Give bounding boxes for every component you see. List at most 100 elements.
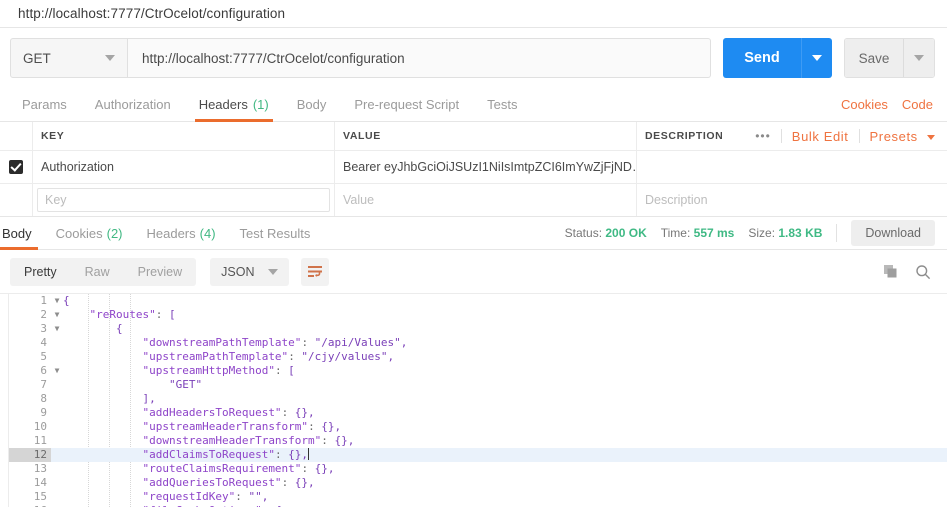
view-mode-pretty[interactable]: Pretty [10,258,71,286]
size-label: Size: [748,226,775,240]
save-button-group: Save [844,38,935,78]
search-button[interactable] [915,264,931,280]
table-row[interactable]: Authorization Bearer eyJhbGciOiJSUzI1NiI… [0,151,947,184]
tab-label: Body [2,226,32,241]
http-method-select[interactable]: GET [10,38,128,78]
response-body-toolbar: Pretty Raw Preview JSON [0,250,947,294]
size-group: Size: 1.83 KB [748,226,822,240]
column-header-value: VALUE [335,122,637,150]
code-text: "fileCacheOptions": { [63,504,947,507]
more-options-icon[interactable]: ••• [755,129,771,143]
code-line[interactable]: 4 "downstreamPathTemplate": "/api/Values… [9,336,947,350]
tab-body[interactable]: Body [283,88,341,121]
cookies-link[interactable]: Cookies [841,97,888,112]
code-line[interactable]: 8 ], [9,392,947,406]
tab-label: Body [297,97,327,112]
code-line[interactable]: 7 "GET" [9,378,947,392]
presets-link[interactable]: Presets [870,129,936,144]
tab-params[interactable]: Params [8,88,81,121]
response-tab-body[interactable]: Body [0,217,44,249]
response-tab-headers[interactable]: Headers (4) [135,217,228,249]
send-button-group: Send [723,38,832,78]
column-header-description: DESCRIPTION ••• Bulk Edit Presets [637,122,947,150]
chevron-down-icon [927,135,935,140]
chevron-down-icon [914,55,924,61]
code-line[interactable]: 13 "routeClaimsRequirement": {}, [9,462,947,476]
word-wrap-button[interactable] [301,258,329,286]
line-number: 12 [9,448,51,462]
tab-tests[interactable]: Tests [473,88,531,121]
view-mode-preview[interactable]: Preview [124,258,196,286]
divider [781,129,782,143]
response-tab-cookies[interactable]: Cookies (2) [44,217,135,249]
header-key-cell[interactable]: Authorization [33,151,335,183]
code-text: "upstreamPathTemplate": "/cjy/values", [63,350,947,364]
tab-label: Cookies [56,226,103,241]
fold-toggle-icon[interactable]: ▼ [51,504,63,507]
code-line[interactable]: 11 "downstreamHeaderTransform": {}, [9,434,947,448]
line-number: 9 [9,406,51,420]
new-header-description-input[interactable]: Description [637,193,708,207]
code-line[interactable]: 14 "addQueriesToRequest": {}, [9,476,947,490]
tab-count: (1) [253,97,269,112]
code-line[interactable]: 12 "addClaimsToRequest": {}, [9,448,947,462]
code-line[interactable]: 10 "upstreamHeaderTransform": {}, [9,420,947,434]
code-text: "requestIdKey": "", [63,490,947,504]
new-header-key-cell[interactable]: Key [33,184,335,216]
code-line[interactable]: 6▼ "upstreamHttpMethod": [ [9,364,947,378]
send-button[interactable]: Send [723,38,801,78]
tab-authorization[interactable]: Authorization [81,88,185,121]
line-number: 15 [9,490,51,504]
fold-toggle-icon[interactable]: ▼ [51,322,63,336]
word-wrap-icon [307,265,323,279]
divider [859,129,860,143]
code-line[interactable]: 9 "addHeadersToRequest": {}, [9,406,947,420]
new-header-key-input[interactable]: Key [37,188,330,212]
new-header-value-input[interactable]: Value [335,193,374,207]
save-button[interactable]: Save [845,39,903,77]
response-body-code-editor[interactable]: 1▼{2▼ "reRoutes": [3▼ {4 "downstreamPath… [8,294,947,507]
bulk-edit-link[interactable]: Bulk Edit [792,129,849,144]
code-link[interactable]: Code [902,97,933,112]
http-method-label: GET [23,51,51,66]
column-header-key: KEY [33,122,335,150]
line-number: 8 [9,392,51,406]
view-mode-raw[interactable]: Raw [71,258,124,286]
tab-count: (2) [107,226,123,241]
time-group: Time: 557 ms [661,226,735,240]
header-description-cell[interactable] [637,151,947,183]
code-line[interactable]: 16▼ "fileCacheOptions": { [9,504,947,507]
fold-toggle-icon[interactable]: ▼ [51,294,63,308]
code-line[interactable]: 3▼ { [9,322,947,336]
code-line[interactable]: 2▼ "reRoutes": [ [9,308,947,322]
copy-button[interactable] [883,264,899,280]
row-enabled-checkbox[interactable] [9,160,23,174]
tab-label: Headers [147,226,196,241]
code-text: "addClaimsToRequest": {}, [63,448,947,462]
code-line[interactable]: 1▼{ [9,294,947,308]
code-text: "downstreamHeaderTransform": {}, [63,434,947,448]
table-row[interactable]: Key Value Description [0,184,947,216]
new-header-description-cell[interactable]: Description [637,184,947,216]
line-number: 16 [9,504,51,507]
new-header-value-cell[interactable]: Value [335,184,637,216]
download-button[interactable]: Download [851,220,935,246]
code-text: { [63,322,947,336]
line-number: 2 [9,308,51,322]
code-line[interactable]: 15 "requestIdKey": "", [9,490,947,504]
response-format-select[interactable]: JSON [210,258,289,286]
tab-pre-request-script[interactable]: Pre-request Script [340,88,473,121]
send-options-button[interactable] [801,38,832,78]
fold-toggle-icon[interactable]: ▼ [51,364,63,378]
header-value-cell[interactable]: Bearer eyJhbGciOiJSUzI1NiIsImtpZCI6ImYwZ… [335,151,637,183]
line-number: 5 [9,350,51,364]
request-url-input[interactable]: http://localhost:7777/CtrOcelot/configur… [128,38,711,78]
response-tab-test-results[interactable]: Test Results [228,217,323,249]
save-options-button[interactable] [903,39,934,77]
tab-headers[interactable]: Headers (1) [185,88,283,121]
request-tab-bar: Params Authorization Headers (1) Body Pr… [0,88,947,122]
text-cursor [308,448,309,460]
code-line[interactable]: 5 "upstreamPathTemplate": "/cjy/values", [9,350,947,364]
fold-toggle-icon[interactable]: ▼ [51,308,63,322]
row-checkbox-cell[interactable] [0,151,33,183]
